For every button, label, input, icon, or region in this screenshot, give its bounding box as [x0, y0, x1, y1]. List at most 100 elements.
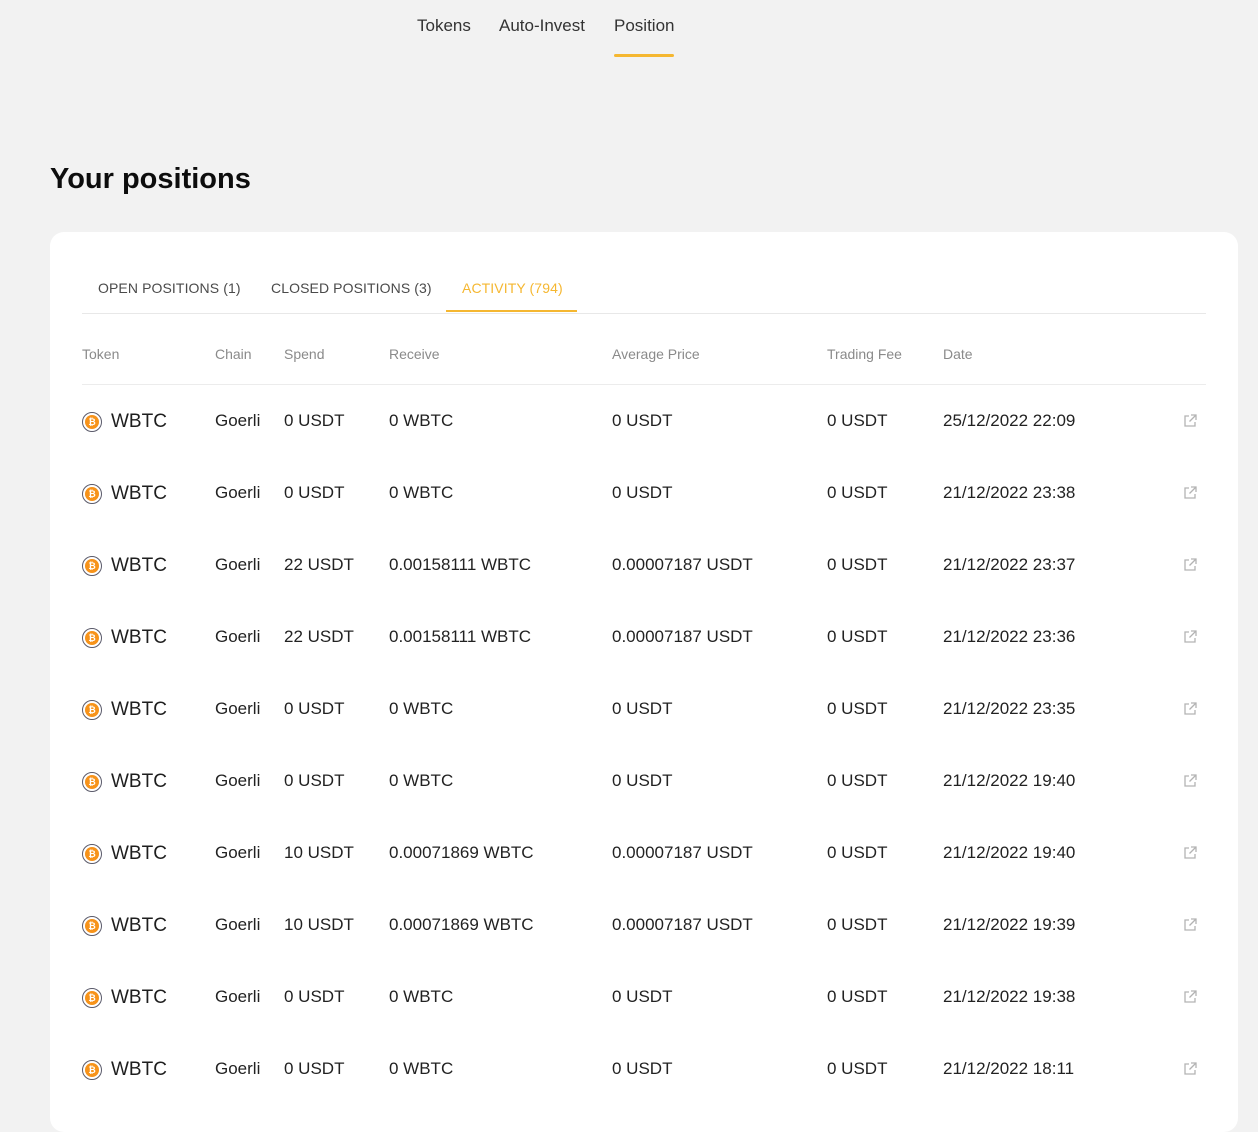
table-body: ₿ WBTC Goerli 0 USDT 0 WBTC 0 USDT 0 USD…	[82, 385, 1206, 1105]
bitcoin-icon: ₿	[82, 412, 102, 432]
table-row[interactable]: ₿ WBTC Goerli 0 USDT 0 WBTC 0 USDT 0 USD…	[82, 961, 1206, 1033]
average-price-cell: 0.00007187 USDT	[612, 555, 753, 574]
trading-fee-cell: 0 USDT	[827, 411, 888, 430]
bitcoin-icon: ₿	[82, 628, 102, 648]
table-row[interactable]: ₿ WBTC Goerli 0 USDT 0 WBTC 0 USDT 0 USD…	[82, 1033, 1206, 1105]
external-link-icon[interactable]	[1182, 485, 1198, 501]
spend-cell: 10 USDT	[284, 915, 354, 934]
receive-cell: 0 WBTC	[389, 699, 454, 718]
spend-cell: 0 USDT	[284, 987, 345, 1006]
nav-item-position[interactable]: Position	[614, 16, 674, 36]
table-row[interactable]: ₿ WBTC Goerli 0 USDT 0 WBTC 0 USDT 0 USD…	[82, 673, 1206, 745]
column-header-chain: Chain	[215, 346, 252, 362]
token-cell: ₿ WBTC	[82, 410, 167, 434]
spend-cell: 22 USDT	[284, 627, 354, 646]
table-header: Token Chain Spend Receive Average Price …	[82, 332, 1206, 385]
token-cell: ₿ WBTC	[82, 626, 167, 650]
average-price-cell: 0.00007187 USDT	[612, 915, 753, 934]
average-price-cell: 0.00007187 USDT	[612, 627, 753, 646]
trading-fee-cell: 0 USDT	[827, 1059, 888, 1078]
chain-cell: Goerli	[215, 915, 261, 934]
trading-fee-cell: 0 USDT	[827, 771, 888, 790]
table-row[interactable]: ₿ WBTC Goerli 10 USDT 0.00071869 WBTC 0.…	[82, 817, 1206, 889]
tab-closed-positions[interactable]: CLOSED POSITIONS (3)	[271, 280, 432, 296]
chain-cell: Goerli	[215, 627, 261, 646]
token-name: WBTC	[111, 987, 167, 1008]
date-cell: 25/12/2022 22:09	[943, 411, 1076, 430]
average-price-cell: 0.00007187 USDT	[612, 843, 753, 862]
date-cell: 21/12/2022 19:40	[943, 843, 1076, 862]
trading-fee-cell: 0 USDT	[827, 915, 888, 934]
receive-cell: 0 WBTC	[389, 771, 454, 790]
column-header-spend: Spend	[284, 346, 325, 362]
token-name: WBTC	[111, 1059, 167, 1080]
bitcoin-icon: ₿	[82, 556, 102, 576]
external-link-icon[interactable]	[1182, 773, 1198, 789]
nav-active-indicator	[614, 54, 674, 57]
chain-cell: Goerli	[215, 699, 261, 718]
tab-open-positions[interactable]: OPEN POSITIONS (1)	[98, 280, 241, 296]
table-row[interactable]: ₿ WBTC Goerli 22 USDT 0.00158111 WBTC 0.…	[82, 529, 1206, 601]
trading-fee-cell: 0 USDT	[827, 555, 888, 574]
bitcoin-icon: ₿	[82, 484, 102, 504]
column-header-average-price: Average Price	[612, 346, 700, 362]
external-link-icon[interactable]	[1182, 917, 1198, 933]
column-header-date: Date	[943, 346, 973, 362]
trading-fee-cell: 0 USDT	[827, 627, 888, 646]
bitcoin-icon: ₿	[82, 700, 102, 720]
external-link-icon[interactable]	[1182, 701, 1198, 717]
date-cell: 21/12/2022 18:11	[943, 1059, 1075, 1078]
column-header-token: Token	[82, 346, 120, 362]
spend-cell: 22 USDT	[284, 555, 354, 574]
date-cell: 21/12/2022 23:36	[943, 627, 1076, 646]
token-name: WBTC	[111, 843, 167, 864]
spend-cell: 0 USDT	[284, 483, 345, 502]
trading-fee-cell: 0 USDT	[827, 843, 888, 862]
table-row[interactable]: ₿ WBTC Goerli 0 USDT 0 WBTC 0 USDT 0 USD…	[82, 457, 1206, 529]
date-cell: 21/12/2022 19:40	[943, 771, 1076, 790]
external-link-icon[interactable]	[1182, 413, 1198, 429]
trading-fee-cell: 0 USDT	[827, 483, 888, 502]
table-row[interactable]: ₿ WBTC Goerli 10 USDT 0.00071869 WBTC 0.…	[82, 889, 1206, 961]
external-link-icon[interactable]	[1182, 1061, 1198, 1077]
receive-cell: 0.00158111 WBTC	[389, 627, 532, 646]
chain-cell: Goerli	[215, 771, 261, 790]
external-link-icon[interactable]	[1182, 989, 1198, 1005]
spend-cell: 10 USDT	[284, 843, 354, 862]
receive-cell: 0 WBTC	[389, 1059, 454, 1078]
table-row[interactable]: ₿ WBTC Goerli 22 USDT 0.00158111 WBTC 0.…	[82, 601, 1206, 673]
average-price-cell: 0 USDT	[612, 771, 673, 790]
nav-item-tokens[interactable]: Tokens	[417, 16, 471, 36]
table-row[interactable]: ₿ WBTC Goerli 0 USDT 0 WBTC 0 USDT 0 USD…	[82, 745, 1206, 817]
column-header-trading-fee: Trading Fee	[827, 346, 902, 362]
chain-cell: Goerli	[215, 483, 261, 502]
chain-cell: Goerli	[215, 555, 261, 574]
token-name: WBTC	[111, 699, 167, 720]
tab-activity[interactable]: ACTIVITY (794)	[462, 280, 563, 296]
receive-cell: 0.00071869 WBTC	[389, 915, 534, 934]
external-link-icon[interactable]	[1182, 557, 1198, 573]
token-cell: ₿ WBTC	[82, 842, 167, 866]
average-price-cell: 0 USDT	[612, 483, 673, 502]
token-name: WBTC	[111, 411, 167, 432]
average-price-cell: 0 USDT	[612, 699, 673, 718]
top-nav: Tokens Auto-Invest Position	[0, 0, 1258, 60]
receive-cell: 0 WBTC	[389, 987, 454, 1006]
positions-card: OPEN POSITIONS (1) CLOSED POSITIONS (3) …	[50, 232, 1238, 1132]
token-cell: ₿ WBTC	[82, 482, 167, 506]
token-name: WBTC	[111, 555, 167, 576]
bitcoin-icon: ₿	[82, 772, 102, 792]
token-name: WBTC	[111, 771, 167, 792]
table-row[interactable]: ₿ WBTC Goerli 0 USDT 0 WBTC 0 USDT 0 USD…	[82, 385, 1206, 457]
receive-cell: 0.00071869 WBTC	[389, 843, 534, 862]
nav-item-auto-invest[interactable]: Auto-Invest	[499, 16, 585, 36]
receive-cell: 0.00158111 WBTC	[389, 555, 532, 574]
bitcoin-icon: ₿	[82, 1060, 102, 1080]
date-cell: 21/12/2022 23:37	[943, 555, 1076, 574]
average-price-cell: 0 USDT	[612, 987, 673, 1006]
token-cell: ₿ WBTC	[82, 770, 167, 794]
date-cell: 21/12/2022 23:35	[943, 699, 1076, 718]
date-cell: 21/12/2022 23:38	[943, 483, 1076, 502]
external-link-icon[interactable]	[1182, 845, 1198, 861]
external-link-icon[interactable]	[1182, 629, 1198, 645]
